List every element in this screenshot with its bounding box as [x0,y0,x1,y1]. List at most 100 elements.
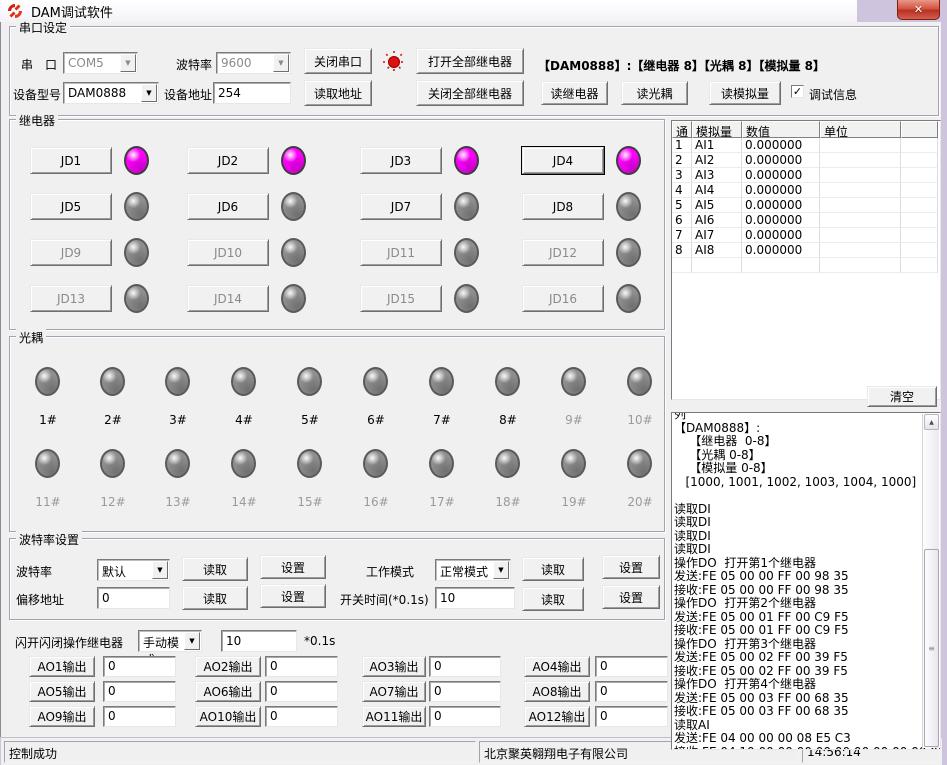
table-row[interactable] [672,258,940,273]
flash-time-input[interactable]: 10 [221,630,297,652]
analog-table[interactable]: 通模拟量数值单位1AI10.0000002AI20.0000003AI30.00… [671,120,941,400]
switch-time-read-button[interactable]: 读取 [522,587,584,611]
ao-output-button-1[interactable]: AO1输出 [29,656,95,677]
ao-output-value-7[interactable]: 0 [429,681,501,702]
ao-output-button-2[interactable]: AO2输出 [195,656,261,677]
ao-output-button-3[interactable]: AO3输出 [362,656,426,677]
table-row[interactable]: 7AI70.000000 [672,228,940,243]
relay-button-jd12[interactable]: JD12 [522,239,604,266]
scroll-up-icon[interactable]: ▲ [924,414,939,430]
analog-col-header[interactable]: 数值 [742,121,820,138]
ao-output-value-6[interactable]: 0 [265,681,338,702]
relay-button-jd1[interactable]: JD1 [30,147,112,174]
switch-time-set-button[interactable]: 设置 [602,585,660,609]
opto-light-5# [297,367,322,396]
table-cell: 0.000000 [742,213,820,228]
ao-output-value-2[interactable]: 0 [265,656,338,677]
relay-button-jd3[interactable]: JD3 [360,147,442,174]
port-select[interactable]: COM5 ▼ [63,52,138,74]
relay-button-jd6[interactable]: JD6 [187,193,269,220]
table-cell [901,243,938,258]
device-model-select[interactable]: DAM0888 ▼ [63,82,159,104]
ao-output-button-12[interactable]: AO12输出 [524,706,590,727]
table-cell [820,213,901,228]
close-button[interactable]: ✕ [897,0,940,20]
work-mode-select[interactable]: 正常模式 ▼ [435,559,511,581]
ao-output-value-11[interactable]: 0 [429,706,501,727]
clear-log-button[interactable]: 清空 [867,386,937,407]
relay-cell: JD13 [30,284,166,314]
debug-log-panel[interactable]: 列 【DAM0888】: 【继电器 0-8】 【光耦 0-8】 【模拟量 0-8… [671,412,941,750]
relay-button-jd11[interactable]: JD11 [360,239,442,266]
ao-output-value-8[interactable]: 0 [595,681,668,702]
close-all-relays-button[interactable]: 关闭全部继电器 [416,80,524,106]
relay-group: 继电器 JD1JD2JD3JD4JD5JD6JD7JD8JD9JD10JD11J… [9,119,665,330]
ao-output-button-4[interactable]: AO4输出 [524,656,590,677]
read-analog-button[interactable]: 读模拟量 [709,81,781,105]
ao-output-value-10[interactable]: 0 [265,706,338,727]
opto-label-1#: 1# [26,413,70,427]
analog-col-header[interactable]: 模拟量 [692,121,742,138]
ao-output-button-6[interactable]: AO6输出 [195,681,261,702]
relay-button-jd2[interactable]: JD2 [187,147,269,174]
read-relay-button[interactable]: 读继电器 [541,81,608,105]
table-row[interactable]: 6AI60.000000 [672,213,940,228]
log-scrollbar[interactable]: ▲ ≡ [922,414,939,748]
open-all-relays-button[interactable]: 打开全部继电器 [416,48,524,74]
relay-button-jd14[interactable]: JD14 [187,285,269,312]
close-serial-button[interactable]: 关闭串口 [304,48,372,74]
baud-set-button[interactable]: 设置 [260,555,326,579]
switch-time-input[interactable]: 10 [435,587,515,609]
ao-output-value-4[interactable]: 0 [595,656,668,677]
table-row[interactable]: 8AI80.000000 [672,243,940,258]
relay-button-jd16[interactable]: JD16 [522,285,604,312]
ao-output-button-9[interactable]: AO9输出 [29,706,95,727]
offset-addr-input[interactable]: 0 [97,587,170,609]
scrollbar-thumb[interactable]: ≡ [924,549,939,747]
relay-light-10-off [281,238,306,267]
ao-output-value-1[interactable]: 0 [103,656,176,677]
relay-button-jd7[interactable]: JD7 [360,193,442,220]
read-addr-button[interactable]: 读取地址 [304,80,372,106]
baud-setting-select[interactable]: 默认 ▼ [97,559,170,581]
table-cell: 0.000000 [742,228,820,243]
relay-button-jd15[interactable]: JD15 [360,285,442,312]
opto-label-14#: 14# [222,495,266,509]
relay-button-jd13[interactable]: JD13 [30,285,112,312]
relay-button-jd4[interactable]: JD4 [522,147,604,174]
app-logo-icon [7,3,23,19]
relay-button-jd8[interactable]: JD8 [522,193,604,220]
work-mode-set-button[interactable]: 设置 [602,555,660,579]
relay-button-jd9[interactable]: JD9 [30,239,112,266]
table-row[interactable]: 5AI50.000000 [672,198,940,213]
ao-output-button-10[interactable]: AO10输出 [195,706,261,727]
flash-mode-select[interactable]: 手动模式 ▼ [138,630,202,652]
ao-output-value-3[interactable]: 0 [429,656,501,677]
ao-output-button-5[interactable]: AO5输出 [29,681,95,702]
table-row[interactable]: 2AI20.000000 [672,153,940,168]
ao-output-value-12[interactable]: 0 [595,706,668,727]
analog-col-header[interactable] [901,121,938,138]
ao-output-button-8[interactable]: AO8输出 [524,681,590,702]
ao-output-button-11[interactable]: AO11输出 [362,706,426,727]
relay-light-13-off [124,284,149,313]
offset-read-button[interactable]: 读取 [182,586,248,610]
baud-select[interactable]: 9600 ▼ [216,52,291,74]
device-addr-input[interactable]: 254 [213,82,291,104]
offset-set-button[interactable]: 设置 [260,584,326,608]
table-row[interactable]: 3AI30.000000 [672,168,940,183]
read-opto-button[interactable]: 读光耦 [621,81,688,105]
chevron-down-icon: ▼ [120,54,136,72]
table-row[interactable]: 4AI40.000000 [672,183,940,198]
analog-col-header[interactable]: 单位 [820,121,901,138]
baud-read-button[interactable]: 读取 [182,557,248,581]
relay-button-jd10[interactable]: JD10 [187,239,269,266]
work-mode-read-button[interactable]: 读取 [522,557,584,581]
relay-button-jd5[interactable]: JD5 [30,193,112,220]
debug-info-checkbox[interactable]: ✓ [791,85,804,98]
ao-output-button-7[interactable]: AO7输出 [362,681,426,702]
ao-output-value-5[interactable]: 0 [103,681,176,702]
table-row[interactable]: 1AI10.000000 [672,138,940,153]
ao-output-value-9[interactable]: 0 [103,706,176,727]
analog-col-header[interactable]: 通 [672,121,692,138]
